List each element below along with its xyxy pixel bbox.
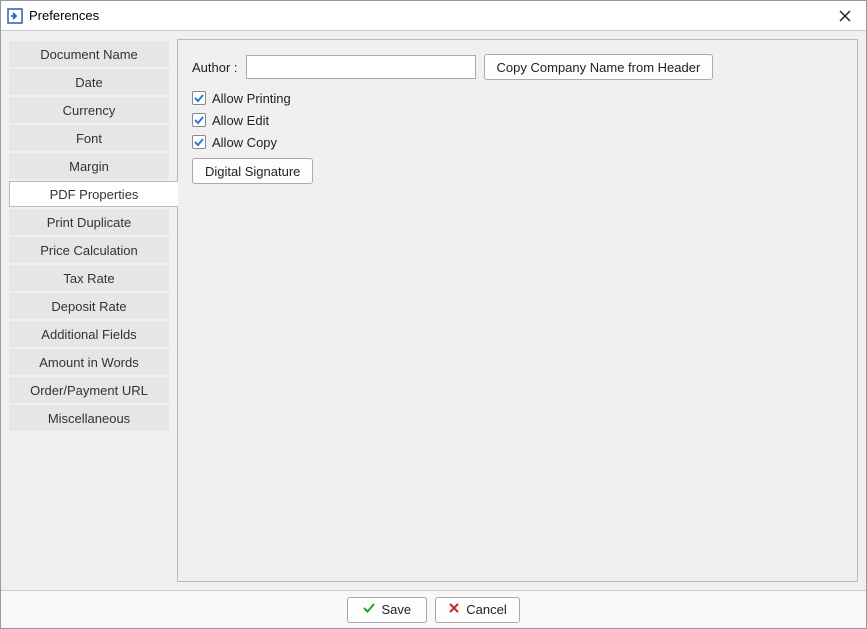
- save-button[interactable]: Save: [347, 597, 427, 623]
- allow-printing-checkbox[interactable]: [192, 91, 206, 105]
- save-label: Save: [381, 602, 411, 617]
- sidebar-item-order-payment-url[interactable]: Order/Payment URL: [9, 377, 169, 403]
- allow-copy-label: Allow Copy: [212, 135, 277, 150]
- digital-signature-row: Digital Signature: [192, 158, 843, 184]
- content-panel: Author : Copy Company Name from Header A…: [177, 39, 858, 582]
- sidebar-item-label: Document Name: [40, 47, 138, 62]
- copy-company-button[interactable]: Copy Company Name from Header: [484, 54, 714, 80]
- sidebar-item-deposit-rate[interactable]: Deposit Rate: [9, 293, 169, 319]
- cancel-label: Cancel: [466, 602, 506, 617]
- main-row: Document Name Date Currency Font Margin …: [9, 39, 858, 582]
- sidebar-item-miscellaneous[interactable]: Miscellaneous: [9, 405, 169, 431]
- author-label: Author :: [192, 60, 238, 75]
- sidebar-item-document-name[interactable]: Document Name: [9, 41, 169, 67]
- x-icon: [448, 602, 460, 617]
- sidebar-item-label: Currency: [63, 103, 116, 118]
- sidebar-item-tax-rate[interactable]: Tax Rate: [9, 265, 169, 291]
- sidebar-item-label: Additional Fields: [41, 327, 136, 342]
- close-button[interactable]: [830, 1, 860, 31]
- author-input[interactable]: [246, 55, 476, 79]
- sidebar-item-print-duplicate[interactable]: Print Duplicate: [9, 209, 169, 235]
- allow-edit-checkbox[interactable]: [192, 113, 206, 127]
- sidebar-item-label: Order/Payment URL: [30, 383, 148, 398]
- allow-printing-row: Allow Printing: [192, 88, 843, 108]
- check-icon: [363, 602, 375, 617]
- app-icon: [7, 8, 23, 24]
- titlebar: Preferences: [1, 1, 866, 31]
- sidebar: Document Name Date Currency Font Margin …: [9, 39, 169, 582]
- sidebar-item-date[interactable]: Date: [9, 69, 169, 95]
- sidebar-item-additional-fields[interactable]: Additional Fields: [9, 321, 169, 347]
- sidebar-item-label: Print Duplicate: [47, 215, 132, 230]
- sidebar-item-label: PDF Properties: [50, 187, 139, 202]
- sidebar-item-margin[interactable]: Margin: [9, 153, 169, 179]
- author-row: Author : Copy Company Name from Header: [192, 54, 843, 80]
- digital-signature-button[interactable]: Digital Signature: [192, 158, 313, 184]
- allow-edit-label: Allow Edit: [212, 113, 269, 128]
- sidebar-item-label: Miscellaneous: [48, 411, 130, 426]
- allow-printing-label: Allow Printing: [212, 91, 291, 106]
- allow-copy-row: Allow Copy: [192, 132, 843, 152]
- preferences-window: Preferences Document Name Date Currency …: [0, 0, 867, 629]
- sidebar-item-price-calculation[interactable]: Price Calculation: [9, 237, 169, 263]
- sidebar-item-label: Date: [75, 75, 102, 90]
- sidebar-item-pdf-properties[interactable]: PDF Properties: [9, 181, 178, 207]
- footer: Save Cancel: [1, 590, 866, 628]
- sidebar-item-currency[interactable]: Currency: [9, 97, 169, 123]
- window-title: Preferences: [29, 8, 830, 23]
- sidebar-item-label: Tax Rate: [63, 271, 114, 286]
- sidebar-item-amount-in-words[interactable]: Amount in Words: [9, 349, 169, 375]
- allow-copy-checkbox[interactable]: [192, 135, 206, 149]
- allow-edit-row: Allow Edit: [192, 110, 843, 130]
- body-area: Document Name Date Currency Font Margin …: [1, 31, 866, 590]
- sidebar-item-label: Font: [76, 131, 102, 146]
- cancel-button[interactable]: Cancel: [435, 597, 519, 623]
- sidebar-item-label: Margin: [69, 159, 109, 174]
- sidebar-item-label: Price Calculation: [40, 243, 138, 258]
- sidebar-item-label: Deposit Rate: [51, 299, 126, 314]
- sidebar-item-label: Amount in Words: [39, 355, 138, 370]
- sidebar-item-font[interactable]: Font: [9, 125, 169, 151]
